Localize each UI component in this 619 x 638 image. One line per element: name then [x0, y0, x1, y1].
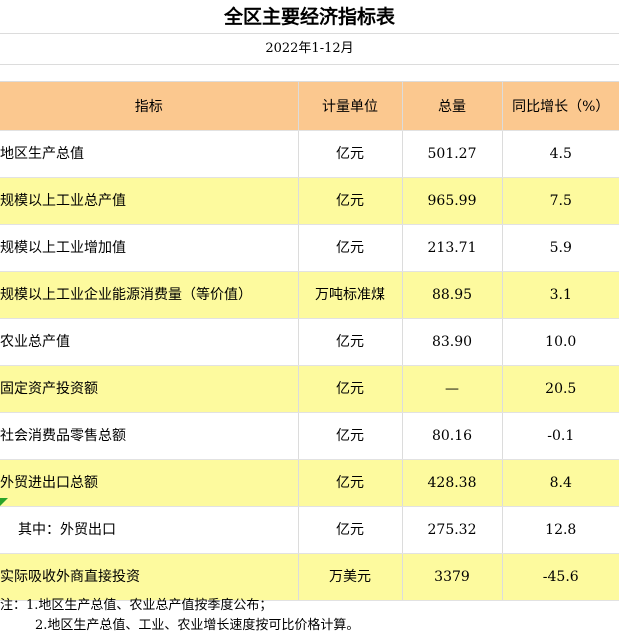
indicator-unit: 亿元	[298, 365, 403, 413]
indicator-unit: 亿元	[298, 506, 403, 554]
indicator-total: 428.38	[402, 459, 503, 507]
indicator-total: 501.27	[402, 130, 503, 178]
table-row: 外贸进出口总额 亿元 428.38 8.4	[0, 459, 619, 507]
indicator-total: 275.32	[402, 506, 503, 554]
table-row: 规模以上工业企业能源消费量（等价值） 万吨标准煤 88.95 3.1	[0, 271, 619, 319]
indicator-growth: 5.9	[502, 224, 619, 272]
indicator-name: 固定资产投资额	[0, 365, 299, 413]
table-row: 规模以上工业总产值 亿元 965.99 7.5	[0, 177, 619, 225]
indicator-total: 213.71	[402, 224, 503, 272]
indicator-total: —	[402, 365, 503, 413]
table-row: 规模以上工业增加值 亿元 213.71 5.9	[0, 224, 619, 272]
footnote-2: 2.地区生产总值、工业、农业增长速度按可比价格计算。	[35, 618, 360, 633]
page-subtitle: 2022年1-12月	[265, 41, 354, 56]
indicator-name: 外贸进出口总额	[0, 459, 299, 507]
indicator-growth: -45.6	[502, 553, 619, 601]
divider	[0, 64, 619, 65]
indicator-name: 规模以上工业总产值	[0, 177, 299, 225]
header-indicator: 指标	[0, 82, 299, 131]
indicator-unit: 万吨标准煤	[298, 271, 403, 319]
cell-comment-marker	[0, 498, 8, 506]
indicator-name: 规模以上工业企业能源消费量（等价值）	[0, 271, 299, 319]
indicator-unit: 亿元	[298, 224, 403, 272]
table-row: 固定资产投资额 亿元 — 20.5	[0, 365, 619, 413]
table-header-row: 指标 计量单位 总量 同比增长（%）	[0, 82, 619, 131]
indicator-name: 实际吸收外商直接投资	[0, 553, 299, 601]
indicator-growth: 4.5	[502, 130, 619, 178]
indicator-growth: 7.5	[502, 177, 619, 225]
indicator-growth: 3.1	[502, 271, 619, 319]
indicator-unit: 亿元	[298, 130, 403, 178]
indicator-name: 社会消费品零售总额	[0, 412, 299, 460]
indicator-total: 965.99	[402, 177, 503, 225]
divider	[0, 33, 619, 34]
indicator-unit: 亿元	[298, 459, 403, 507]
indicator-growth: 10.0	[502, 318, 619, 366]
header-total: 总量	[402, 82, 503, 131]
table-row: 实际吸收外商直接投资 万美元 3379 -45.6	[0, 553, 619, 601]
indicator-unit: 亿元	[298, 177, 403, 225]
indicator-total: 80.16	[402, 412, 503, 460]
indicator-growth: -0.1	[502, 412, 619, 460]
header-unit: 计量单位	[298, 82, 403, 131]
table-row: 农业总产值 亿元 83.90 10.0	[0, 318, 619, 366]
indicator-total: 88.95	[402, 271, 503, 319]
page-title: 全区主要经济指标表	[223, 6, 395, 28]
indicator-name: 规模以上工业增加值	[0, 224, 299, 272]
indicator-growth: 12.8	[502, 506, 619, 554]
indicator-table: 指标 计量单位 总量 同比增长（%） 地区生产总值 亿元 501.27 4.5 …	[0, 82, 619, 601]
indicator-name: 农业总产值	[0, 318, 299, 366]
indicator-growth: 20.5	[502, 365, 619, 413]
indicator-unit: 万美元	[298, 553, 403, 601]
indicator-total: 3379	[402, 553, 503, 601]
table-row: 社会消费品零售总额 亿元 80.16 -0.1	[0, 412, 619, 460]
header-growth: 同比增长（%）	[502, 82, 619, 131]
indicator-growth: 8.4	[502, 459, 619, 507]
indicator-name: 地区生产总值	[0, 130, 299, 178]
footnotes: 注：1.地区生产总值、农业总产值按季度公布； 2.地区生产总值、工业、农业增长速…	[0, 596, 619, 636]
table-row: 其中：外贸出口 亿元 275.32 12.8	[0, 506, 619, 554]
indicator-total: 83.90	[402, 318, 503, 366]
indicator-unit: 亿元	[298, 318, 403, 366]
table-row: 地区生产总值 亿元 501.27 4.5	[0, 130, 619, 178]
indicator-unit: 亿元	[298, 412, 403, 460]
indicator-name: 其中：外贸出口	[0, 506, 299, 554]
footnote-1: 注：1.地区生产总值、农业总产值按季度公布；	[0, 598, 273, 613]
